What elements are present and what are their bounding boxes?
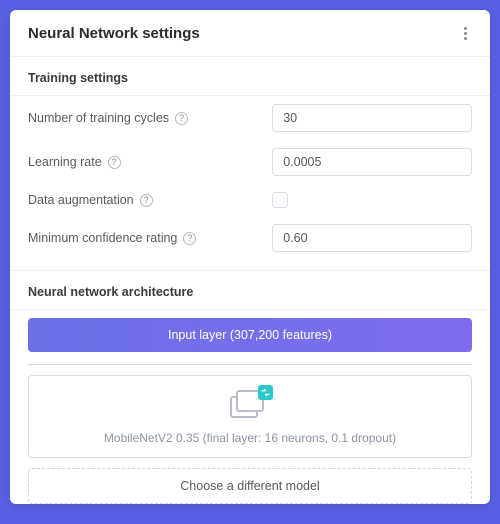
field-label: Learning rate ? [28,155,272,169]
help-icon[interactable]: ? [108,156,121,169]
settings-card: Neural Network settings Training setting… [10,10,490,504]
label-text: Minimum confidence rating [28,231,177,245]
connector-line [28,364,472,365]
data-augmentation-checkbox[interactable] [272,192,288,208]
training-section-title: Training settings [10,57,490,95]
help-icon[interactable]: ? [175,112,188,125]
label-text: Number of training cycles [28,111,169,125]
learning-rate-input[interactable] [272,148,472,176]
choose-model-label: Choose a different model [180,479,319,493]
field-label: Minimum confidence rating ? [28,231,272,245]
architecture-area: Input layer (307,200 features) MobileNet… [10,310,490,504]
input-layer-label: Input layer (307,200 features) [168,328,332,342]
card-header: Neural Network settings [10,10,490,56]
image-transfer-icon [230,390,270,420]
label-text: Learning rate [28,155,102,169]
training-cycles-input[interactable] [272,104,472,132]
model-label: MobileNetV2 0.35 (final layer: 16 neuron… [39,431,461,445]
field-minimum-confidence: Minimum confidence rating ? [10,216,490,260]
field-label: Data augmentation ? [28,193,272,207]
label-text: Data augmentation [28,193,134,207]
help-icon[interactable]: ? [140,194,153,207]
model-block[interactable]: MobileNetV2 0.35 (final layer: 16 neuron… [28,375,472,458]
field-data-augmentation: Data augmentation ? [10,184,490,216]
minimum-confidence-input[interactable] [272,224,472,252]
card-title: Neural Network settings [28,25,200,42]
architecture-section-title: Neural network architecture [10,271,490,309]
choose-model-button[interactable]: Choose a different model [28,468,472,504]
field-label: Number of training cycles ? [28,111,272,125]
input-layer-block[interactable]: Input layer (307,200 features) [28,318,472,352]
field-learning-rate: Learning rate ? [10,140,490,184]
field-training-cycles: Number of training cycles ? [10,96,490,140]
overflow-menu-icon[interactable] [456,24,474,42]
help-icon[interactable]: ? [183,232,196,245]
